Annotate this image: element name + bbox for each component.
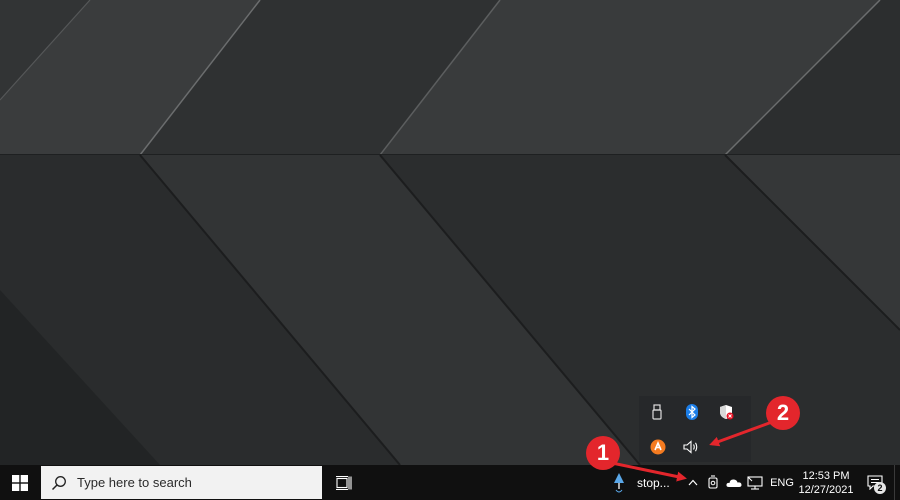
app-pin-icon [608,472,630,494]
show-hidden-icons-button[interactable] [683,465,703,500]
task-view-icon [336,475,352,490]
desktop-screen: stop... ENG 12:53 PM 12/27/2021 2 [0,0,900,500]
start-button[interactable] [0,465,40,500]
notification-count-badge: 2 [874,482,886,494]
taskbar: stop... ENG 12:53 PM 12/27/2021 2 [0,465,900,500]
onedrive-icon[interactable] [724,465,744,500]
running-app-button[interactable]: stop... [608,465,680,500]
search-box[interactable] [41,466,322,499]
bluetooth-icon[interactable] [681,401,703,423]
meet-now-icon[interactable] [704,465,722,500]
task-view-button[interactable] [328,465,360,500]
annotation-callout-2: 2 [766,396,800,430]
avast-icon[interactable] [647,436,669,458]
clock[interactable]: 12:53 PM 12/27/2021 [796,467,856,498]
running-app-label: stop... [637,475,670,490]
search-input[interactable] [77,475,307,490]
chevron-up-icon [688,479,698,486]
usb-drive-icon[interactable] [647,401,669,423]
clock-date: 12/27/2021 [798,483,854,496]
input-language-indicator[interactable]: ENG [768,465,796,500]
speaker-icon[interactable] [681,436,703,458]
show-desktop-button[interactable] [894,465,900,500]
desktop-wallpaper [0,0,900,465]
annotation-callout-1: 1 [586,436,620,470]
windows-security-icon[interactable] [715,401,737,423]
action-center-button[interactable]: 2 [860,465,890,500]
search-icon [41,475,77,491]
tray-overflow-flyout [639,396,751,462]
clock-time: 12:53 PM [802,469,850,482]
language-label: ENG [770,476,794,489]
network-icon[interactable] [745,465,765,500]
windows-logo-icon [12,474,28,491]
